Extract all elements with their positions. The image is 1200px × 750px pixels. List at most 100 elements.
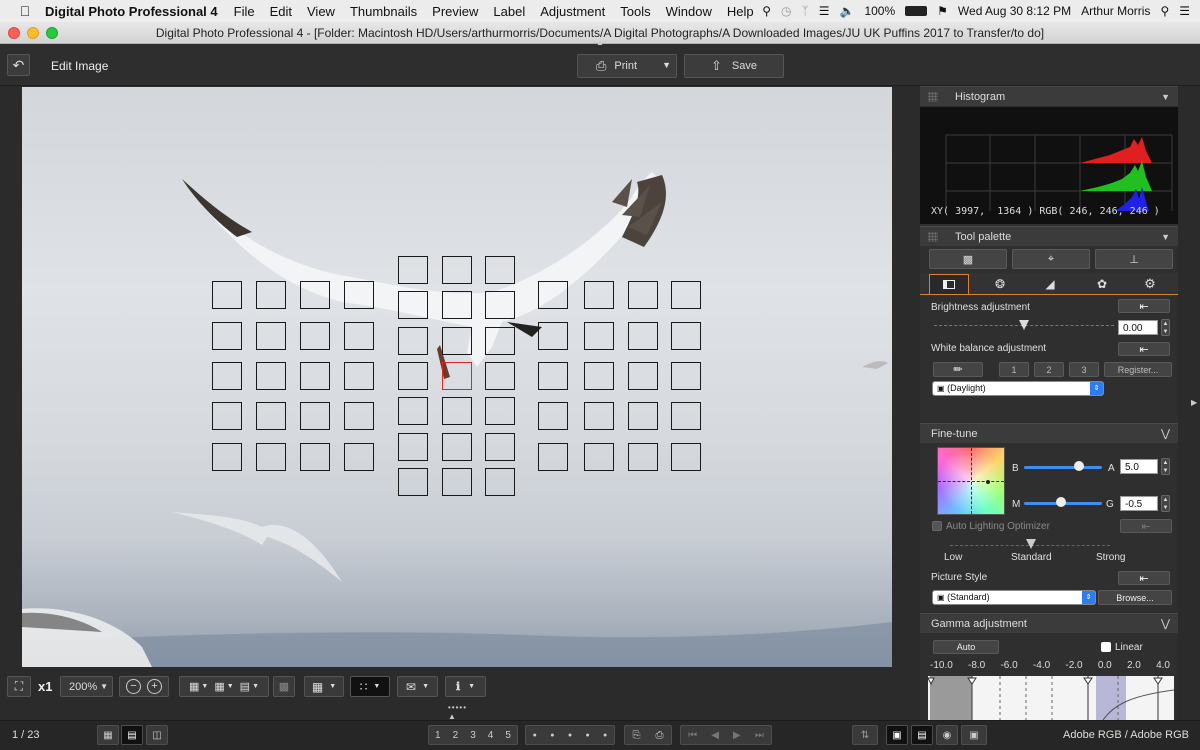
chevron-down-icon[interactable]: ▼ <box>1161 227 1170 247</box>
guide-display-icon[interactable]: ▦ <box>214 680 224 693</box>
browse-button[interactable]: Browse... <box>1098 590 1172 605</box>
last-image-icon[interactable]: ⏭ <box>755 730 764 741</box>
bluetooth-icon[interactable]: ᛉ <box>802 4 809 18</box>
fine-tune-color-grid[interactable] <box>937 447 1005 515</box>
sort-button[interactable]: ⇅ <box>852 725 878 745</box>
filmstrip-toggle-icon[interactable]: ••••• ▲ <box>448 703 467 721</box>
grip-icon[interactable] <box>928 92 938 102</box>
wb-preset-2[interactable]: 2 <box>1034 362 1064 377</box>
tool-view-button-1[interactable]: ▣ <box>886 725 908 745</box>
flag-icon[interactable]: ⚑ <box>937 4 948 18</box>
a-value-field[interactable]: 5.0 <box>1120 459 1158 474</box>
chevron-down-icon[interactable]: ▼ <box>1161 87 1170 107</box>
menu-window[interactable]: Window <box>666 4 712 19</box>
wb-select[interactable]: ▣ (Daylight) ⇕ <box>932 381 1104 396</box>
minimize-window-button[interactable] <box>27 27 39 39</box>
back-button[interactable]: ↶ <box>7 54 30 76</box>
chevron-down-icon[interactable]: ▼ <box>227 683 234 690</box>
picture-style-select[interactable]: ▣ (Standard) ⇕ <box>932 590 1096 605</box>
chevron-down-icon[interactable]: ▼ <box>201 683 208 690</box>
copy-recipe-icon[interactable]: ⎘ <box>633 730 641 741</box>
wb-register-button[interactable]: Register... <box>1104 362 1172 377</box>
rating-3-button[interactable]: 3 <box>470 730 476 741</box>
fit-screen-button[interactable]: ⛶ <box>7 676 31 697</box>
compare-display-icon[interactable]: ▤ <box>240 680 250 693</box>
wb-preset-1[interactable]: 1 <box>999 362 1029 377</box>
color-label-dot[interactable]: ● <box>603 732 607 739</box>
zoom-window-button[interactable] <box>46 27 58 39</box>
grid-display-select[interactable]: ▦ ▼ <box>304 676 344 697</box>
layout-split-button[interactable]: ◫ <box>146 725 168 745</box>
a-stepper[interactable]: ▲ ▼ <box>1161 458 1170 475</box>
tab-color-adjustment[interactable]: ❂ <box>978 274 1022 294</box>
brightness-slider-thumb[interactable] <box>1019 320 1029 330</box>
volume-icon[interactable]: 🔈 <box>839 4 854 18</box>
g-stepper[interactable]: ▲ ▼ <box>1161 495 1170 512</box>
tool-palette-header[interactable]: Tool palette ▼ <box>920 226 1178 246</box>
binoculars-icon[interactable]: ⚲ <box>762 4 771 18</box>
wb-reset-button[interactable]: ⇤ <box>1118 342 1170 356</box>
brightness-stepper[interactable]: ▲ ▼ <box>1161 319 1170 336</box>
histogram-header[interactable]: Histogram ▼ <box>920 86 1178 106</box>
brightness-value-field[interactable]: 0.00 <box>1118 320 1158 335</box>
close-window-button[interactable] <box>8 27 20 39</box>
zoom-x1-button[interactable]: x1 <box>38 679 52 694</box>
picture-style-reset-button[interactable]: ⇤ <box>1118 571 1170 585</box>
print-button[interactable]: ⎙ Print ▼ <box>577 54 677 78</box>
first-image-icon[interactable]: ⏮ <box>688 730 697 741</box>
menu-edit[interactable]: Edit <box>270 4 292 19</box>
af-point-display-icon[interactable]: ▦ <box>189 680 199 693</box>
color-label-dot[interactable]: ● <box>533 732 537 739</box>
battery-percent[interactable]: 100% <box>864 4 895 18</box>
wifi-icon[interactable]: ☰ <box>819 4 830 18</box>
crop-tool-button[interactable]: ⌖ <box>1012 249 1090 269</box>
clock[interactable]: Wed Aug 30 8:12 PM <box>958 4 1071 18</box>
color-label-dot[interactable]: ● <box>585 732 589 739</box>
tool-view-button-2[interactable]: ▤ <box>911 725 933 745</box>
menu-view[interactable]: View <box>307 4 335 19</box>
tab-rgb[interactable]: ✿ <box>1078 274 1126 294</box>
zoom-in-icon[interactable]: + <box>147 679 162 694</box>
alo-reset-button[interactable]: ⇤ <box>1120 519 1172 533</box>
color-grid-point[interactable] <box>986 480 990 484</box>
menu-help[interactable]: Help <box>727 4 754 19</box>
ba-slider-thumb[interactable] <box>1074 461 1084 471</box>
highlight-warning-button[interactable]: ▩ <box>273 676 295 697</box>
alo-slider-thumb[interactable] <box>1026 539 1036 549</box>
panel-expand-icon[interactable]: ▶ <box>1191 398 1197 407</box>
paste-recipe-icon[interactable]: ⎙ <box>656 730 664 741</box>
save-button[interactable]: ⇧ Save <box>684 54 784 78</box>
double-chevron-down-icon[interactable]: ⋁ <box>1161 424 1170 444</box>
stamp-tool-button[interactable]: ⊥ <box>1095 249 1173 269</box>
collapse-up-icon[interactable]: ▲ <box>596 38 604 47</box>
next-image-icon[interactable]: ▶ <box>733 730 741 741</box>
info-select[interactable]: ℹ ▼ <box>445 676 486 697</box>
brightness-reset-button[interactable]: ⇤ <box>1118 299 1170 313</box>
rating-4-button[interactable]: 4 <box>488 730 494 741</box>
alo-checkbox[interactable] <box>932 521 942 531</box>
apple-icon[interactable]:  <box>17 3 33 19</box>
wb-eyedropper-button[interactable]: ✏ <box>933 362 983 377</box>
double-chevron-down-icon[interactable]: ⋁ <box>1161 614 1170 634</box>
layout-grid-button[interactable]: ▦ <box>97 725 119 745</box>
tab-basic-adjustment[interactable] <box>929 274 969 294</box>
menu-tools[interactable]: Tools <box>620 4 650 19</box>
chevron-down-icon[interactable]: ▼ <box>252 683 259 690</box>
spotlight-icon[interactable]: ⚲ <box>1160 4 1169 18</box>
app-name-menu[interactable]: Digital Photo Professional 4 <box>45 4 218 19</box>
rating-1-button[interactable]: 1 <box>435 730 441 741</box>
mg-slider-thumb[interactable] <box>1056 497 1066 507</box>
lens-correction-tool-button[interactable]: ▩ <box>929 249 1007 269</box>
time-machine-icon[interactable]: ◷ <box>781 4 791 18</box>
g-value-field[interactable]: -0.5 <box>1120 496 1158 511</box>
battery-icon[interactable] <box>905 6 928 16</box>
rating-2-button[interactable]: 2 <box>453 730 459 741</box>
chevron-down-icon[interactable]: ▼ <box>662 60 671 70</box>
gamma-header[interactable]: Gamma adjustment ⋁ <box>920 613 1178 633</box>
previous-image-icon[interactable]: ◀ <box>711 730 719 741</box>
gamma-auto-button[interactable]: Auto <box>933 640 999 654</box>
menu-thumbnails[interactable]: Thumbnails <box>350 4 417 19</box>
rating-5-button[interactable]: 5 <box>505 730 511 741</box>
menu-label[interactable]: Label <box>493 4 525 19</box>
zoom-level-select[interactable]: 200% ▼ <box>60 676 113 697</box>
